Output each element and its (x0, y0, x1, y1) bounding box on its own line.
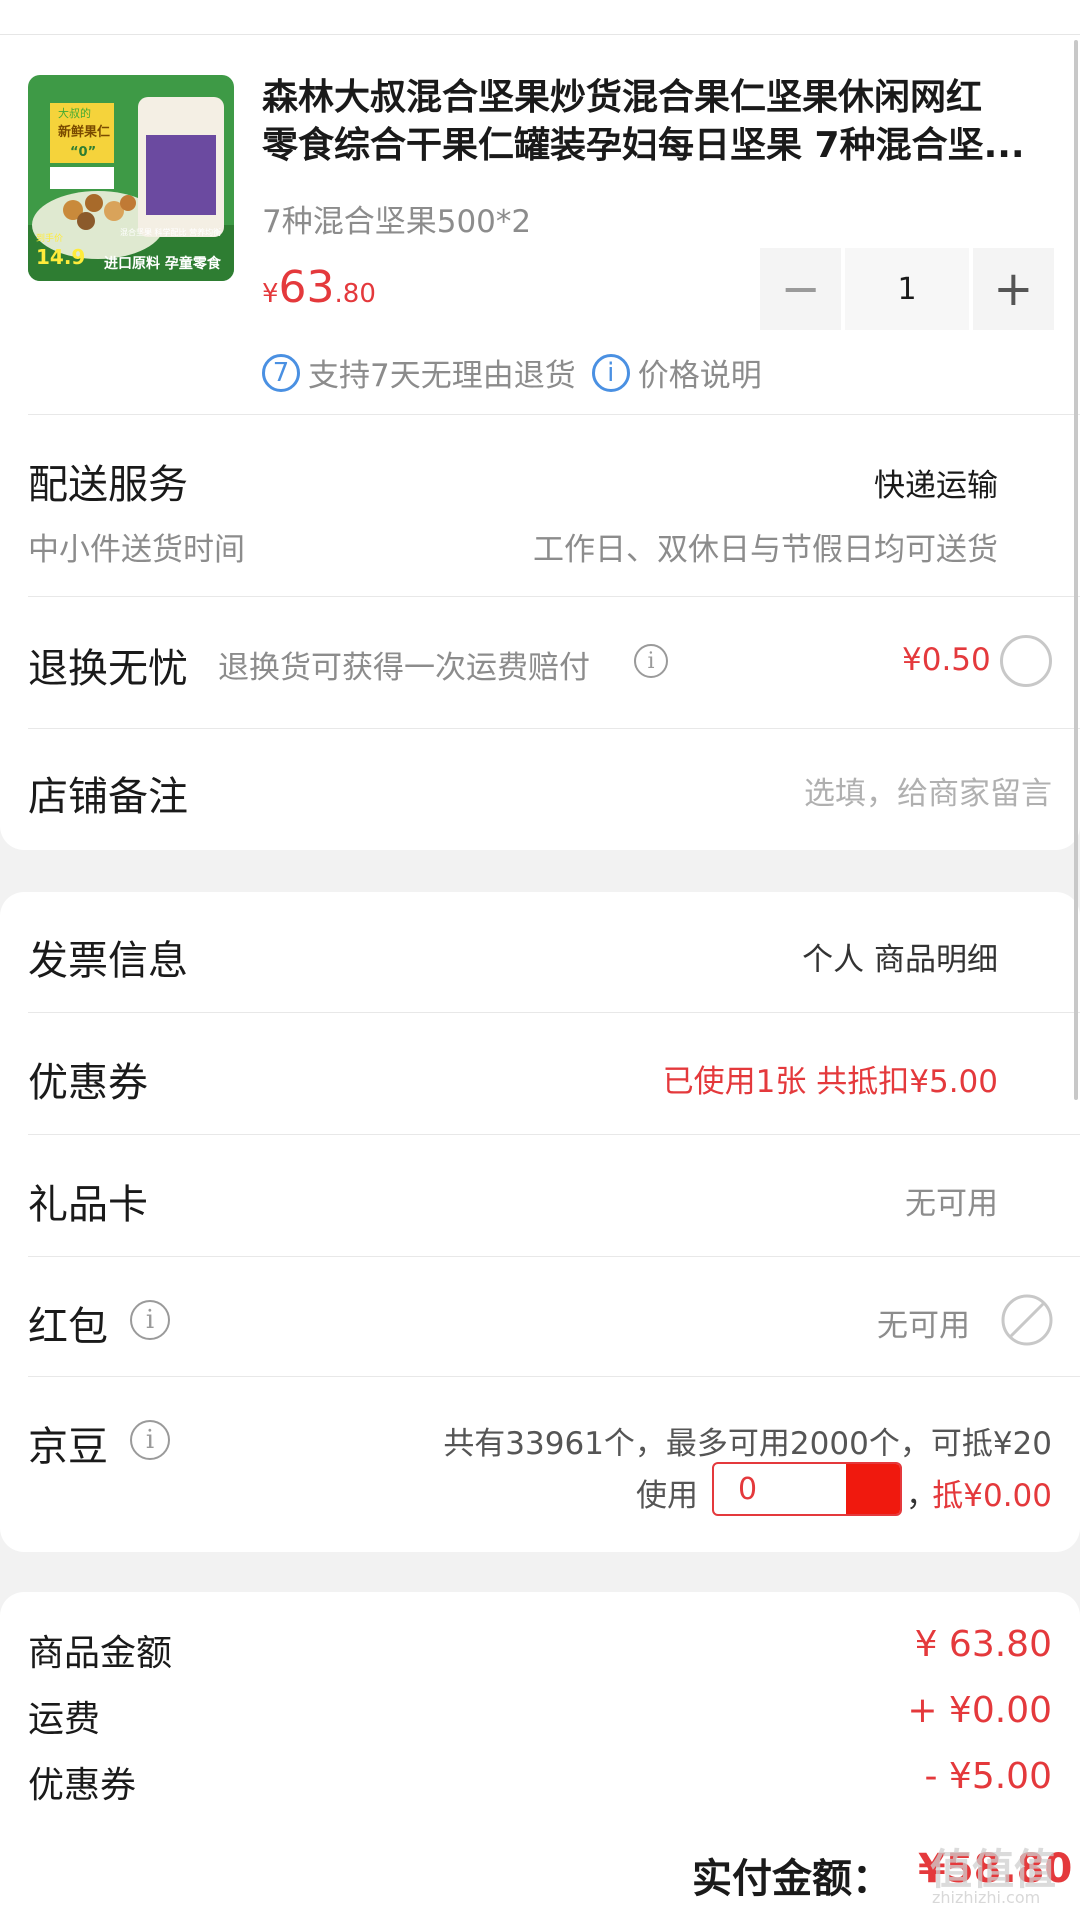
image-brand-text: 大叔的 (58, 107, 91, 120)
image-features-text: 混合坚果 科学配比 营养均衡 (120, 228, 222, 237)
product-title-line1: 森林大叔混合坚果炒货混合果仁坚果休闲网红 (262, 77, 983, 118)
top-divider (0, 34, 1080, 35)
product-spec: 7种混合坚果500*2 (262, 204, 532, 240)
shipping-fee-value: + ¥0.00 (907, 1690, 1052, 1731)
red-packet-label: 红包 (28, 1304, 108, 1350)
goods-amount-label: 商品金额 (28, 1633, 173, 1674)
product-title[interactable]: 森林大叔混合坚果炒货混合果仁坚果休闲网红 零食综合干果仁罐装孕妇每日坚果 7种混… (262, 74, 1025, 170)
jd-beans-summary: 共有33961个，最多可用2000个，可抵¥20 (443, 1426, 1052, 1462)
price-integer: 63 (278, 262, 335, 313)
coupon-label: 优惠券 (28, 1060, 148, 1106)
seven-day-return-text[interactable]: 支持7天无理由退货 (308, 350, 576, 395)
shop-note-input[interactable]: 选填，给商家留言 (804, 768, 1052, 813)
gift-card-value[interactable]: 无可用 (905, 1178, 998, 1223)
coupon-value[interactable]: 已使用1张 共抵扣¥5.00 (663, 1056, 998, 1101)
goods-amount-value: ¥ 63.80 (914, 1624, 1052, 1665)
jd-beans-deduct: 抵¥0.00 (932, 1478, 1052, 1514)
shop-note-label: 店铺备注 (28, 774, 188, 820)
shipping-fee-label: 运费 (28, 1699, 101, 1740)
image-badge-text: “0” (70, 145, 97, 160)
return-insurance-label: 退换无忧 (28, 646, 188, 692)
coupon-discount-value: - ¥5.00 (924, 1756, 1053, 1797)
price-decimal: .80 (334, 279, 376, 309)
delivery-time-value: 工作日、双休日与节假日均可送货 (533, 532, 998, 568)
delivery-label: 配送服务 (28, 462, 188, 508)
divider (28, 1256, 1080, 1257)
image-price-tag-label: 到手价 (36, 234, 64, 244)
invoice-value[interactable]: 个人 商品明细 (802, 934, 998, 979)
divider (28, 1134, 1080, 1135)
divider (28, 1012, 1080, 1013)
jd-beans-input-indicator (846, 1464, 900, 1514)
coupon-discount-label: 优惠券 (28, 1765, 137, 1806)
return-insurance-info-icon[interactable]: i (634, 644, 668, 678)
quantity-value[interactable]: 1 (845, 248, 969, 330)
jd-beans-use-label: 使用 (636, 1478, 698, 1514)
return-insurance-price: ¥0.50 (902, 642, 991, 678)
invoice-label: 发票信息 (28, 938, 188, 984)
delivery-value[interactable]: 快递运输 (874, 460, 998, 505)
divider (28, 728, 1080, 729)
red-packet-value: 无可用 (877, 1308, 970, 1344)
image-bottom-text: 进口原料 孕童零食 (104, 256, 221, 272)
product-title-line2: 零食综合干果仁罐装孕妇每日坚果 7种混合坚... (262, 125, 1025, 166)
return-insurance-checkbox[interactable] (1000, 635, 1052, 687)
quantity-stepper: − 1 + (760, 248, 1055, 330)
product-image[interactable]: 大叔的 新鲜果仁 “0” 混合坚果 科学配比 营养均衡 到手价 14.9 进口原… (28, 75, 234, 281)
seven-day-return-icon: 7 (262, 353, 300, 392)
red-packet-info-icon[interactable]: i (130, 1300, 170, 1340)
watermark-url: zhizhizhi.com (932, 1888, 1041, 1907)
divider (28, 414, 1080, 415)
gift-card-label: 礼品卡 (28, 1182, 148, 1228)
divider (28, 1376, 1080, 1377)
image-banner-text: 新鲜果仁 (58, 125, 111, 140)
pay-amount-label: 实付金额： (692, 1856, 892, 1902)
quantity-increase-button[interactable]: + (972, 248, 1055, 330)
product-price: ¥63.80 (262, 262, 376, 313)
jd-beans-input[interactable]: 0 (712, 1462, 902, 1516)
delivery-time-label: 中小件送货时间 (28, 532, 245, 568)
price-note-link[interactable]: 价格说明 (638, 350, 762, 395)
red-packet-disabled-icon (1000, 1293, 1054, 1347)
jd-beans-input-value: 0 (738, 1471, 758, 1507)
divider (28, 596, 1080, 597)
return-insurance-desc: 退换货可获得一次运费赔付 (218, 650, 590, 686)
price-info-icon[interactable]: i (591, 353, 630, 392)
quantity-decrease-button[interactable]: − (760, 248, 842, 330)
jd-beans-label: 京豆 (28, 1424, 108, 1470)
scrollbar[interactable] (1074, 40, 1078, 1100)
price-symbol: ¥ (262, 279, 279, 309)
jd-beans-info-icon[interactable]: i (130, 1420, 170, 1460)
service-tags: 7 支持7天无理由退货 i 价格说明 (262, 350, 762, 395)
image-price-tag: 14.9 (36, 245, 86, 269)
